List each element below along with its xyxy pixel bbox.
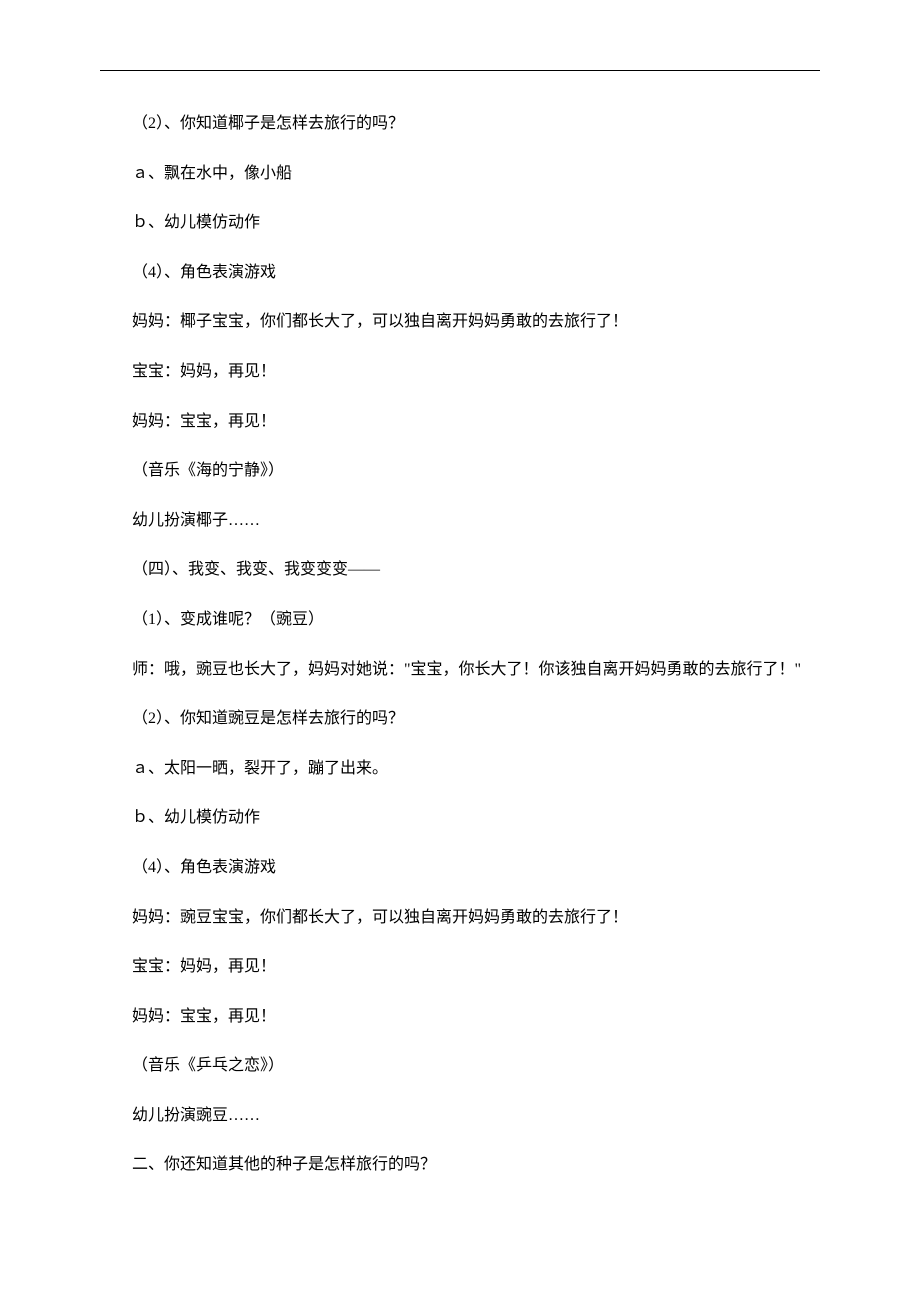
body-text: 宝宝：妈妈，再见！ [100,359,820,385]
body-text: 妈妈：宝宝，再见！ [100,1004,820,1030]
body-text: （音乐《乒乓之恋》） [100,1053,820,1079]
body-text: （2）、你知道椰子是怎样去旅行的吗？ [100,111,820,137]
body-text: （4）、角色表演游戏 [100,260,820,286]
body-text: 二、你还知道其他的种子是怎样旅行的吗？ [100,1152,820,1178]
body-text: （四）、我变、我变、我变变变—— [100,557,820,583]
body-text: （1）、变成谁呢？（豌豆） [100,607,820,633]
body-text: 幼儿扮演豌豆…… [100,1103,820,1129]
body-text: 师：哦，豌豆也长大了，妈妈对她说："宝宝，你长大了！你该独自离开妈妈勇敢的去旅行… [100,657,820,683]
body-text: 幼儿扮演椰子…… [100,508,820,534]
page-header-rule [100,70,820,71]
body-text: 妈妈：宝宝，再见！ [100,409,820,435]
body-text: 宝宝：妈妈，再见！ [100,954,820,980]
body-text: 妈妈：豌豆宝宝，你们都长大了，可以独自离开妈妈勇敢的去旅行了！ [100,905,820,931]
body-text: （4）、角色表演游戏 [100,855,820,881]
body-text: ｂ、幼儿模仿动作 [100,210,820,236]
body-text: ａ、飘在水中，像小船 [100,161,820,187]
body-text: ｂ、幼儿模仿动作 [100,805,820,831]
body-text: （音乐《海的宁静》） [100,458,820,484]
body-text: （2）、你知道豌豆是怎样去旅行的吗？ [100,706,820,732]
body-text: ａ、太阳一晒，裂开了，蹦了出来。 [100,756,820,782]
body-text: 妈妈：椰子宝宝，你们都长大了，可以独自离开妈妈勇敢的去旅行了！ [100,309,820,335]
